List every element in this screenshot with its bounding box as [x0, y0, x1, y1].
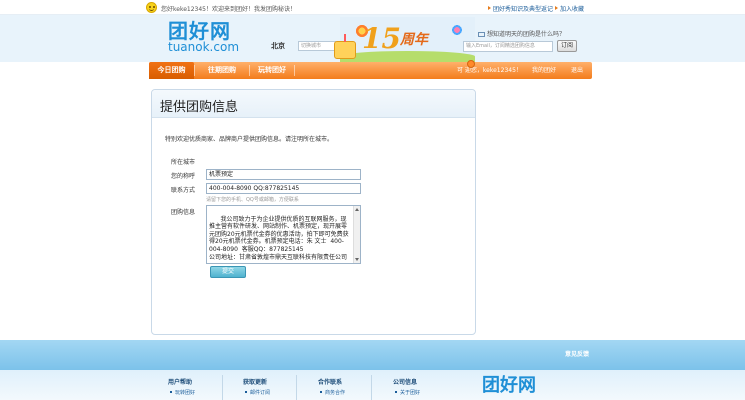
logo-chinese: 团好网 [168, 19, 231, 43]
footer-col-help: 用户帮助 玩转团好 [168, 379, 196, 396]
page-title: 提供团购信息 [160, 100, 239, 115]
contact-input[interactable]: 400-004-8090 QQ:877825145 [206, 183, 361, 194]
submit-button[interactable]: 提交 [210, 266, 246, 278]
banner-hill [340, 51, 475, 62]
my-orders-link[interactable]: 我的团好 [532, 62, 556, 79]
feedback-link[interactable]: 意见反馈 [565, 349, 589, 358]
city-switch-input[interactable]: 切换城市 [298, 41, 336, 51]
textarea-scrollbar[interactable] [353, 206, 360, 263]
info-label: 团购信息 [171, 209, 196, 216]
subscribe-email-input[interactable]: 输入Email，订阅精选团购信息 [463, 41, 553, 52]
footer-divider [222, 375, 223, 400]
feedback-band: 意见反馈 [0, 340, 745, 370]
footer-link[interactable]: 关于团好 [395, 389, 420, 396]
subscribe-button[interactable]: 订阅 [557, 40, 577, 52]
site-header: 团好网 tuanok.com 北京 切换城市 15 周年 想知道明天的团购是什么… [0, 15, 745, 62]
nav-divider [294, 65, 295, 76]
footer-link[interactable]: 玩转团好 [170, 389, 195, 396]
anniversary-suffix: 周年 [400, 32, 428, 48]
subscribe-question: 想知道明天的团购是什么吗？ [478, 29, 565, 38]
contact-hint: 请留下您的手机、QQ号或邮箱，方便联系 [206, 197, 299, 203]
cake-icon [334, 34, 356, 59]
footer-link[interactable]: 邮件订阅 [245, 389, 270, 396]
greeting-text: 您好keke12345！欢迎来到团好！我发团购秘诀！ [161, 6, 296, 13]
name-label: 您的称呼 [171, 173, 196, 180]
footer-col-cooperation: 合作联系 商务合作 [318, 379, 346, 396]
anniversary-number: 15 [362, 22, 401, 55]
triangle-icon [555, 6, 558, 10]
submit-deal-card: 提供团购信息 特别欢迎优质商家、品牌商户提供团购信息。请注明所在城市。 所在城市… [151, 89, 476, 335]
info-textarea[interactable]: 我公司致力于为企业提供优质的互联网服务，现推主营有软件研发、网站制作、机票预定，… [206, 205, 361, 264]
mail-icon [478, 32, 485, 37]
footer-col-updates: 获取更新 邮件订阅 [243, 379, 271, 396]
name-input[interactable]: 机票预定 [206, 169, 361, 180]
intro-text: 特别欢迎优质商家、品牌商户提供团购信息。请注明所在城市。 [165, 136, 334, 143]
info-text: 我公司致力于为企业提供优质的互联网服务，现推主营有软件研发、网站制作、机票预定，… [209, 215, 349, 261]
scroll-up-icon[interactable] [355, 208, 359, 211]
card-header: 提供团购信息 [152, 90, 475, 118]
tab-past-deals[interactable]: 往期团购 [195, 62, 249, 79]
top-bar: 您好keke12345！欢迎来到团好！我发团购秘诀！ 团好秀知识及典型返记 加入… [0, 0, 745, 15]
footer-col-company: 公司信息 关于团好 [393, 379, 421, 396]
scroll-down-icon[interactable] [355, 258, 359, 261]
triangle-icon [488, 6, 491, 10]
site-logo[interactable]: 团好网 tuanok.com [168, 21, 239, 54]
contact-label: 联系方式 [171, 187, 196, 194]
footer-divider [371, 375, 372, 400]
close-icon[interactable] [467, 60, 475, 68]
fireworks-icon [448, 21, 466, 39]
tab-today-deals[interactable]: 今日团购 [149, 62, 194, 79]
tuangou-tips-link[interactable]: 团好秀知识及典型返记 [488, 4, 553, 13]
add-favorite-link[interactable]: 加入收藏 [555, 4, 584, 13]
tab-play-guide[interactable]: 玩转团好 [250, 62, 294, 79]
footer-divider [296, 375, 297, 400]
city-label: 所在城市 [171, 159, 196, 166]
smiley-icon [146, 2, 157, 13]
current-city: 北京 [271, 42, 285, 50]
site-footer: 用户帮助 玩转团好 获取更新 邮件订阅 合作联系 商务合作 公司信息 关于团好 … [0, 370, 745, 400]
footer-logo: 团好网 [482, 375, 536, 396]
logout-link[interactable]: 退出 [571, 62, 583, 79]
logo-english: tuanok.com [168, 40, 240, 54]
main-nav: 今日团购 往期团购 玩转团好 可 迎您，keke12345！ 我的团好 退出 [149, 62, 592, 79]
footer-link[interactable]: 商务合作 [320, 389, 345, 396]
